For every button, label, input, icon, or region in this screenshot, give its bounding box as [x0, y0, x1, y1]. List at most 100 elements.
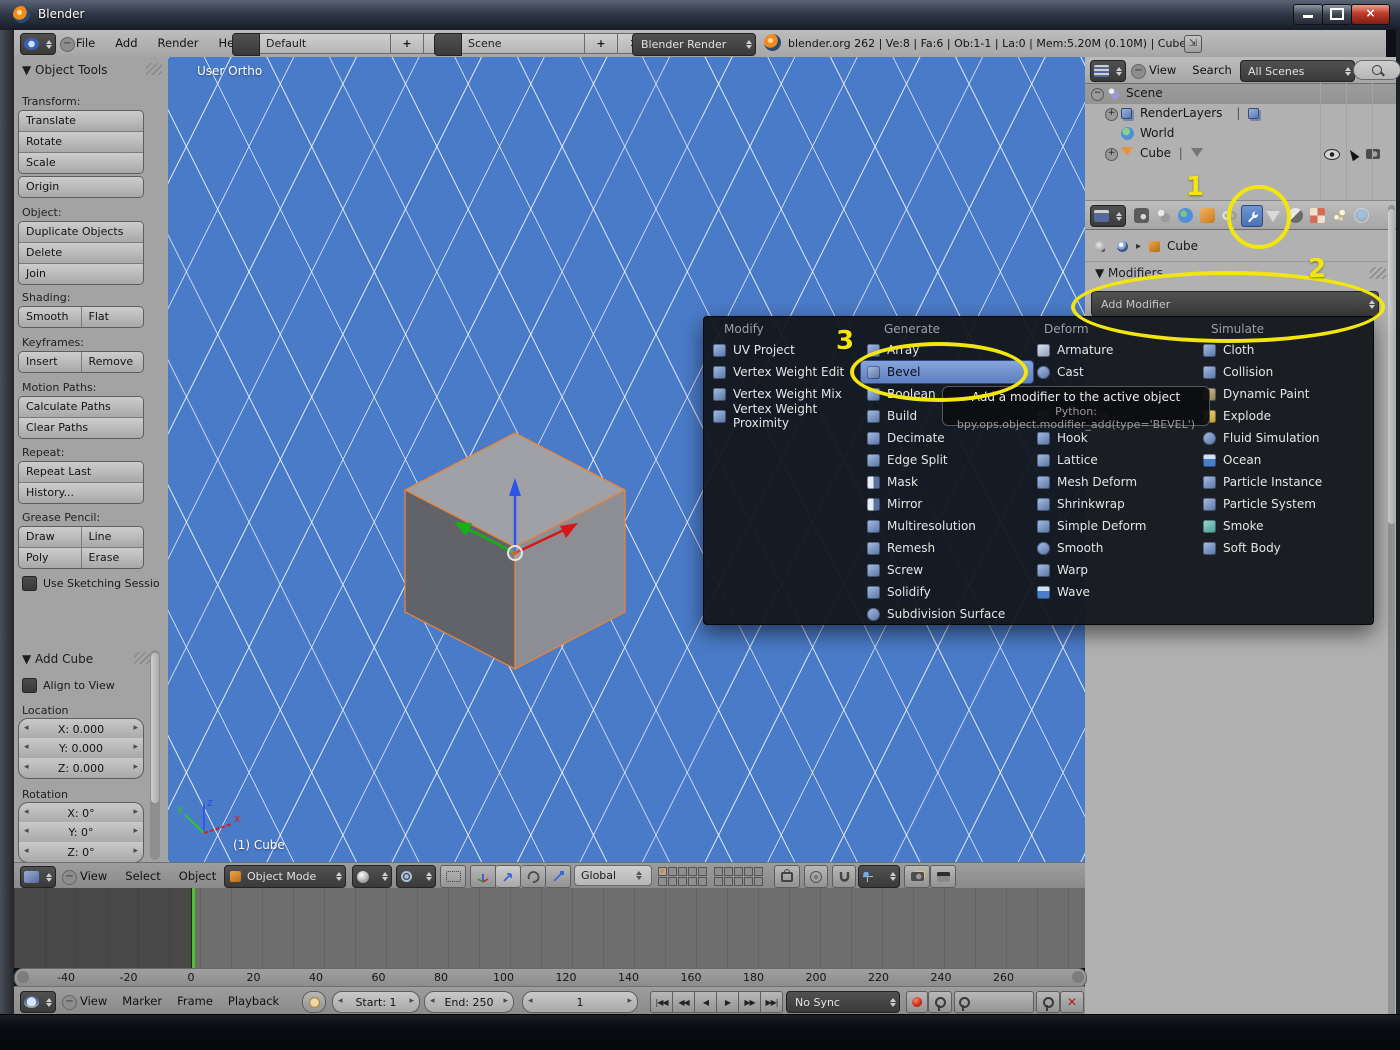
decrement-icon[interactable]: ◂ [528, 996, 533, 1006]
repeat-last-button[interactable]: Repeat Last [19, 462, 143, 482]
draw-button[interactable]: Draw [19, 527, 81, 547]
camera-icon[interactable] [1366, 149, 1380, 159]
object-tools-panel-header[interactable]: ▼ Object Tools [22, 63, 108, 77]
smooth-button[interactable]: Smooth [19, 307, 81, 327]
decrement-icon[interactable]: ◂ [24, 826, 29, 836]
mode-dropdown[interactable]: Object Mode [224, 865, 346, 888]
viewport-editor-selector[interactable] [20, 866, 56, 888]
mesh-deform-menu-item[interactable]: Mesh Deform [1031, 471, 1193, 493]
location-y-field[interactable]: ◂ Y: 0.000 ▸ [18, 738, 144, 759]
clear-paths-button[interactable]: Clear Paths [19, 418, 143, 438]
decrement-icon[interactable]: ◂ [24, 762, 29, 772]
layer-toggle[interactable] [714, 877, 723, 886]
proportional-edit-button[interactable] [804, 865, 828, 888]
menu-render[interactable]: Render [158, 30, 199, 56]
flat-button[interactable]: Flat [80, 307, 143, 327]
poly-button[interactable]: Poly [19, 548, 81, 568]
scene-name[interactable]: Scene [462, 33, 585, 54]
outliner-editor-selector[interactable] [1090, 60, 1126, 82]
tab-render[interactable] [1131, 205, 1151, 225]
layer-toggle[interactable] [658, 877, 667, 886]
properties-editor-selector[interactable] [1090, 205, 1126, 227]
delete-keyframe-button[interactable]: ✕ [1060, 991, 1084, 1013]
rotation-x-field[interactable]: ◂ X: 0° ▸ [18, 802, 144, 824]
frame-end-field[interactable]: ◂ End: 250 ▸ [424, 991, 514, 1013]
preview-range-button[interactable] [302, 991, 326, 1013]
frame-start-field[interactable]: ◂ Start: 1 ▸ [332, 991, 420, 1013]
tab-texture[interactable] [1307, 205, 1327, 225]
layer-toggle[interactable] [744, 867, 753, 876]
decrement-icon[interactable]: ◂ [24, 807, 29, 817]
tab-scene[interactable] [1153, 205, 1173, 225]
rotate-manipulator-button[interactable] [521, 865, 546, 888]
layer-toggle[interactable] [678, 877, 687, 886]
snap-toggle-button[interactable] [832, 865, 856, 888]
vertex-weight-proximity-menu-item[interactable]: Vertex Weight Proximity [707, 402, 857, 430]
decrement-icon[interactable]: ◂ [430, 996, 435, 1006]
current-frame-field[interactable]: ◂ 1 ▸ [522, 991, 638, 1013]
layer-toggle[interactable] [744, 877, 753, 886]
multiresolution-menu-item[interactable]: Multiresolution [861, 515, 1033, 537]
ocean-menu-item[interactable]: Ocean [1197, 449, 1369, 471]
properties-scrollbar[interactable] [1388, 205, 1395, 1050]
ruler-left-cap[interactable] [17, 971, 29, 983]
particle-system-menu-item[interactable]: Particle System [1197, 493, 1369, 515]
lattice-menu-item[interactable]: Lattice [1031, 449, 1193, 471]
tab-world[interactable] [1175, 205, 1195, 225]
manipulator-toggle-button[interactable] [470, 865, 496, 888]
timeline-menu-frame[interactable]: Frame [177, 988, 213, 1014]
outliner-menu-search[interactable]: Search [1192, 57, 1232, 83]
outliner-menu-view[interactable]: View [1149, 57, 1176, 83]
outliner-row-renderlayers[interactable]: + RenderLayers | [1085, 104, 1396, 124]
pivot-align-toggle[interactable] [440, 865, 466, 888]
eye-icon[interactable] [1324, 149, 1340, 160]
minimize-button[interactable] [1293, 4, 1323, 25]
play-reverse-button[interactable]: ◀ [695, 991, 717, 1013]
screen-layout-name[interactable]: Default [260, 33, 391, 54]
properties-scroll-thumb[interactable] [1388, 209, 1395, 524]
translate-manipulator-button[interactable] [496, 865, 521, 888]
use-sketching-session-checkbox[interactable] [22, 576, 37, 591]
insert-keyframe-button[interactable] [1036, 991, 1060, 1013]
previous-keyframe-button[interactable]: ◀◀ [673, 991, 695, 1013]
align-to-view-checkbox[interactable] [22, 678, 37, 693]
layer-toggle[interactable] [668, 867, 677, 876]
layer-toggle[interactable] [688, 877, 697, 886]
editor-type-selector[interactable] [20, 33, 56, 55]
outliner-filter-dropdown[interactable]: All Scenes [1240, 60, 1355, 82]
increment-icon[interactable]: ▸ [133, 807, 138, 817]
armature-menu-item[interactable]: Armature [1031, 339, 1193, 361]
increment-icon[interactable]: ▸ [133, 742, 138, 752]
cube-object[interactable] [400, 428, 630, 674]
layer-toggle[interactable] [678, 867, 687, 876]
dynamic-paint-menu-item[interactable]: Dynamic Paint [1197, 383, 1369, 405]
collision-menu-item[interactable]: Collision [1197, 361, 1369, 383]
erase-button[interactable]: Erase [80, 548, 143, 568]
close-button[interactable]: × [1351, 4, 1390, 25]
decrement-icon[interactable]: ◂ [24, 742, 29, 752]
search-button[interactable] [1353, 60, 1400, 80]
next-keyframe-button[interactable]: ▶▶ [739, 991, 761, 1013]
remesh-menu-item[interactable]: Remesh [861, 537, 1033, 559]
particle-instance-menu-item[interactable]: Particle Instance [1197, 471, 1369, 493]
scale-manipulator-button[interactable] [546, 865, 571, 888]
smoke-menu-item[interactable]: Smoke [1197, 515, 1369, 537]
edge-split-menu-item[interactable]: Edge Split [861, 449, 1033, 471]
duplicate-objects-button[interactable]: Duplicate Objects [19, 222, 143, 242]
layer-toggle[interactable] [698, 867, 707, 876]
vertex-weight-edit-menu-item[interactable]: Vertex Weight Edit [707, 361, 857, 383]
collapse-menus-icon[interactable]: − [60, 37, 75, 52]
rotation-z-field[interactable]: ◂ Z: 0° ▸ [18, 842, 144, 863]
timeline-menu-playback[interactable]: Playback [228, 988, 279, 1014]
sync-mode-dropdown[interactable]: No Sync [786, 991, 900, 1013]
panel-drag-icon[interactable] [146, 63, 162, 75]
play-button[interactable]: ▶ [717, 991, 739, 1013]
location-z-field[interactable]: ◂ Z: 0.000 ▸ [18, 758, 144, 779]
location-x-field[interactable]: ◂ X: 0.000 ▸ [18, 718, 144, 740]
add-layout-button[interactable]: + [391, 33, 424, 54]
outliner-row-world[interactable]: World [1085, 124, 1396, 144]
screw-menu-item[interactable]: Screw [861, 559, 1033, 581]
layer-toggle[interactable] [668, 877, 677, 886]
join-button[interactable]: Join [19, 264, 143, 284]
warp-menu-item[interactable]: Warp [1031, 559, 1193, 581]
